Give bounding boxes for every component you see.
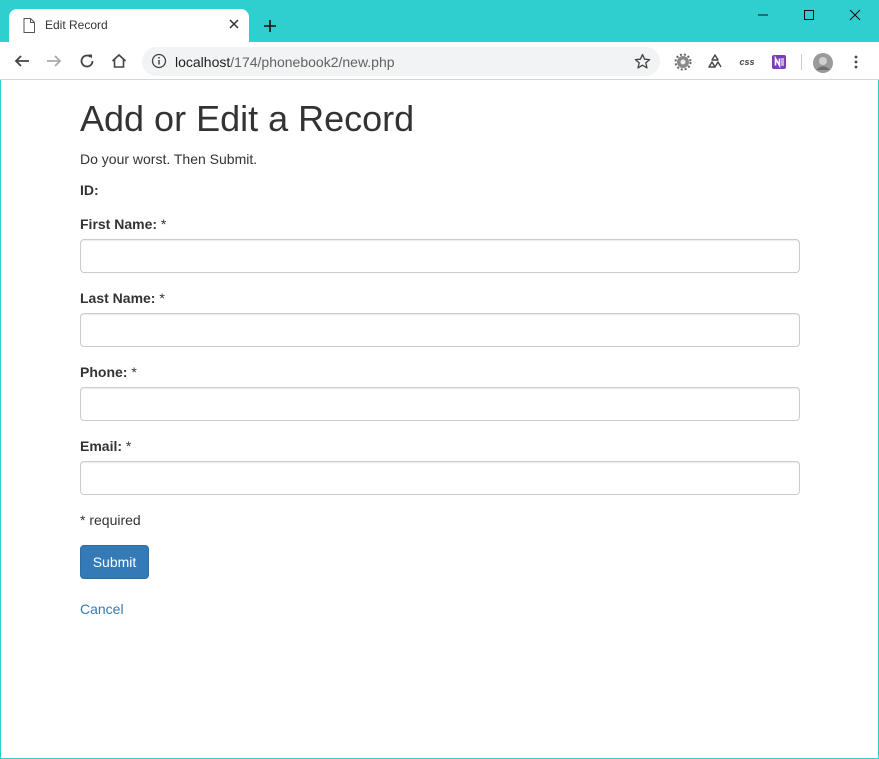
required-marker: * bbox=[159, 290, 165, 306]
phone-input[interactable] bbox=[80, 387, 800, 421]
tab-title: Edit Record bbox=[45, 18, 108, 32]
required-marker: * bbox=[131, 364, 137, 380]
url-path: /174/phonebook2/new.php bbox=[230, 54, 395, 70]
url-text[interactable]: localhost/174/phonebook2/new.php bbox=[175, 54, 395, 70]
close-icon[interactable] bbox=[227, 17, 241, 31]
forward-icon bbox=[47, 55, 62, 67]
url-host: localhost bbox=[175, 54, 231, 70]
minimize-button[interactable] bbox=[740, 0, 786, 30]
star-icon[interactable] bbox=[634, 53, 651, 70]
browser-tab[interactable]: Edit Record bbox=[9, 9, 249, 42]
email-label-text: Email: bbox=[80, 438, 123, 454]
reload-button[interactable] bbox=[77, 51, 97, 71]
css-extension-icon[interactable]: css bbox=[738, 53, 756, 71]
toolbar-divider bbox=[801, 54, 802, 70]
minimize-icon bbox=[758, 14, 768, 16]
gear-extension-icon[interactable] bbox=[674, 53, 692, 71]
avatar[interactable] bbox=[813, 53, 833, 73]
phone-label: Phone: * bbox=[80, 364, 137, 380]
menu-button[interactable] bbox=[847, 53, 865, 71]
last-name-label: Last Name: * bbox=[80, 290, 165, 306]
required-marker: * bbox=[160, 216, 167, 232]
plus-icon[interactable] bbox=[261, 17, 279, 35]
email-label: Email: * bbox=[80, 438, 131, 454]
phone-label-text: Phone: bbox=[80, 364, 128, 380]
page-lead: Do your worst. Then Submit. bbox=[80, 151, 258, 167]
browser-toolbar: localhost/174/phonebook2/new.php css bbox=[0, 42, 879, 80]
first-name-label-text: First Name: bbox=[80, 216, 158, 232]
back-button[interactable] bbox=[12, 51, 32, 71]
cancel-link[interactable]: Cancel bbox=[80, 601, 124, 617]
first-name-label: First Name: * bbox=[80, 216, 166, 232]
css-extension-label: css bbox=[739, 57, 755, 67]
home-icon bbox=[111, 53, 127, 68]
info-icon[interactable] bbox=[151, 53, 167, 69]
window-close-button[interactable] bbox=[832, 0, 878, 30]
page-title: Add or Edit a Record bbox=[80, 98, 415, 139]
maximize-button[interactable] bbox=[786, 0, 832, 30]
title-bar: Edit Record bbox=[0, 0, 879, 42]
page-viewport: Add or Edit a Record Do your worst. Then… bbox=[1, 80, 878, 758]
first-name-input[interactable] bbox=[80, 239, 800, 273]
submit-button[interactable]: Submit bbox=[80, 545, 149, 579]
page-icon bbox=[23, 18, 35, 33]
last-name-label-text: Last Name: bbox=[80, 290, 156, 306]
forward-button[interactable] bbox=[44, 51, 64, 71]
menu-icon bbox=[854, 55, 858, 69]
onenote-icon[interactable] bbox=[770, 53, 788, 71]
back-icon bbox=[14, 55, 29, 67]
email-input[interactable] bbox=[80, 461, 800, 495]
last-name-input[interactable] bbox=[80, 313, 800, 347]
maximize-icon bbox=[804, 10, 814, 20]
home-button[interactable] bbox=[109, 51, 129, 71]
recycle-extension-icon[interactable] bbox=[706, 53, 724, 71]
window-close-icon bbox=[849, 9, 861, 21]
id-label: ID: bbox=[80, 182, 99, 198]
required-marker: * bbox=[125, 438, 132, 454]
required-note: * required bbox=[80, 512, 141, 528]
reload-icon bbox=[80, 54, 94, 68]
address-bar[interactable]: localhost/174/phonebook2/new.php bbox=[142, 47, 660, 76]
